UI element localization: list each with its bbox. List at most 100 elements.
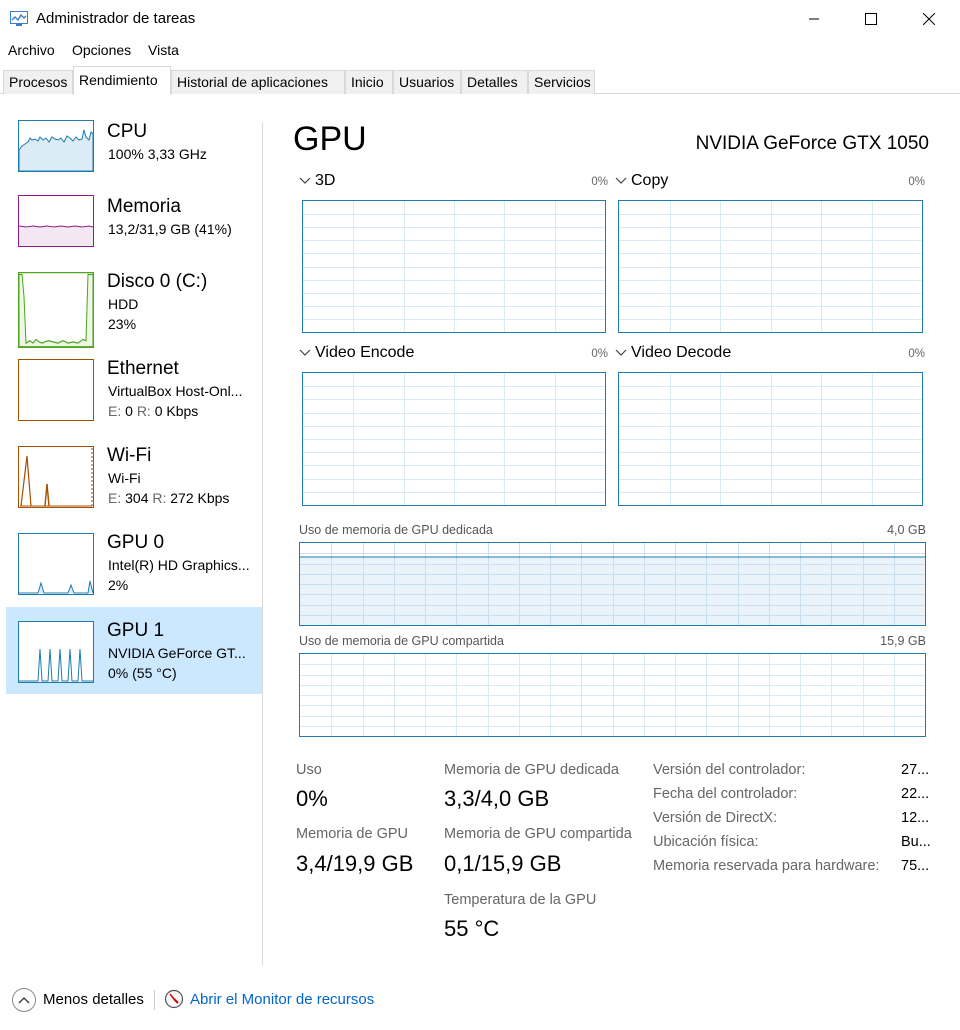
sidebar-item-line1: Wi-Fi [108,470,141,486]
tab-detalles[interactable]: Detalles [461,70,528,94]
sidebar-item-title: Ethernet [107,358,179,379]
receive-value: 272 Kbps [170,490,230,506]
usage-value: 0% [296,786,328,811]
engine-percent: 0% [908,176,925,188]
gpu-memory-value: 3,4/19,9 GB [296,851,414,876]
hardware-reserved-memory-label: Memoria reservada para hardware: [653,858,880,874]
sidebar-item-gpu0[interactable]: GPU 0 Intel(R) HD Graphics... 2% [6,519,262,606]
engine-selector-video-encode[interactable]: Video Encode [299,344,414,362]
chevron-down-icon [615,349,627,356]
less-details-label[interactable]: Menos detalles [43,991,144,1008]
sidebar-item-line1: 100% 3,33 GHz [108,146,207,162]
sidebar-item-line2: 0% (55 °C) [108,665,177,681]
dedicated-memory-stat-value: 3,3/4,0 GB [444,786,550,811]
engine-label: Copy [631,172,669,189]
driver-date-label: Fecha del controlador: [653,786,798,802]
engine-selector-copy[interactable]: Copy [615,172,668,190]
tab-procesos[interactable]: Procesos [3,70,73,94]
engine-label: Video Encode [315,344,415,361]
minimize-icon [809,18,819,20]
task-manager-icon [10,11,28,26]
gpu-model-name: NVIDIA GeForce GTX 1050 [695,133,929,154]
graph-copy [618,200,923,333]
menu-bar: Archivo Opciones Vista [0,38,960,64]
directx-version-value: 12... [901,810,930,826]
sidebar-item-line1: Intel(R) HD Graphics... [108,557,250,573]
sidebar-item-line2: E: 0 R: 0 Kbps [108,403,256,419]
tab-servicios[interactable]: Servicios [528,70,595,94]
chevron-down-icon [615,177,627,184]
menu-archivo[interactable]: Archivo [8,42,55,58]
driver-date-value: 22... [901,786,930,802]
wifi-thumbnail-graph [18,446,94,508]
directx-version-label: Versión de DirectX: [653,810,778,826]
engine-selector-video-decode[interactable]: Video Decode [615,344,731,362]
engine-percent: 0% [591,176,608,188]
chevron-up-icon [18,997,30,1004]
send-value: 304 [125,490,149,506]
engine-percent: 0% [908,348,925,360]
page-title: GPU [293,120,367,158]
maximize-icon [865,13,877,25]
engine-selector-3d[interactable]: 3D [299,172,335,190]
footer: Menos detalles Abrir el Monitor de recur… [0,980,960,1020]
chevron-down-icon [299,177,311,184]
maximize-button[interactable] [842,0,900,38]
engine-percent: 0% [591,348,608,360]
gpu-temperature-value: 55 °C [444,916,500,941]
sidebar-item-title: GPU 0 [107,532,165,553]
shared-memory-label: Uso de memoria de GPU compartida [299,634,504,648]
less-details-button[interactable] [12,988,36,1012]
close-button[interactable] [900,0,958,38]
sidebar-item-line1: NVIDIA GeForce GT... [108,645,246,661]
sidebar-item-title: CPU [107,121,148,142]
dedicated-memory-stat-label: Memoria de GPU dedicada [444,762,619,778]
sidebar-item-disco[interactable]: Disco 0 (C:) HDD 23% [6,258,262,348]
close-icon [923,13,935,25]
minimize-button[interactable] [785,0,843,38]
send-value: 0 [125,403,133,419]
cpu-thumbnail-graph [18,120,94,172]
resource-monitor-icon [164,989,184,1009]
resource-sidebar: CPU 100% 3,33 GHz Memoria 13,2/31,9 GB (… [0,95,263,965]
menu-opciones[interactable]: Opciones [72,42,131,58]
shared-memory-stat-label: Memoria de GPU compartida [444,826,632,842]
physical-location-label: Ubicación física: [653,834,759,850]
tab-rendimiento[interactable]: Rendimiento [73,66,171,95]
gpu1-thumbnail-graph [18,621,94,683]
sidebar-item-gpu1[interactable]: GPU 1 NVIDIA GeForce GT... 0% (55 °C) [6,607,262,694]
sidebar-item-line1: HDD [108,296,139,312]
driver-version-label: Versión del controlador: [653,762,806,778]
sidebar-item-line1: VirtualBox Host-Onl... [108,383,243,399]
menu-vista[interactable]: Vista [148,42,179,58]
tab-inicio[interactable]: Inicio [345,70,393,94]
chevron-down-icon [299,349,311,356]
tab-usuarios[interactable]: Usuarios [393,70,461,94]
sidebar-item-line2: 23% [108,316,137,332]
shared-memory-max: 15,9 GB [880,634,926,648]
disk-thumbnail-graph [18,272,94,348]
graph-video-decode [618,372,923,506]
sidebar-item-memoria[interactable]: Memoria 13,2/31,9 GB (41%) [6,183,262,270]
sidebar-item-wifi[interactable]: Wi-Fi Wi-Fi E: 304 R: 272 Kbps [6,432,262,519]
ethernet-thumbnail-graph [18,359,94,421]
gpu-memory-label: Memoria de GPU [296,826,409,842]
sidebar-item-line2: 2% [108,577,129,593]
receive-value: 0 Kbps [154,403,199,419]
sidebar-item-ethernet[interactable]: Ethernet VirtualBox Host-Onl... E: 0 R: … [6,345,262,432]
graph-3d [302,200,606,333]
tab-bar: Procesos Rendimiento Historial de aplica… [0,66,960,95]
sidebar-item-title: Disco 0 (C:) [107,271,208,292]
open-resource-monitor-link[interactable]: Abrir el Monitor de recursos [190,991,374,1008]
graph-shared-memory [299,653,926,737]
sidebar-item-cpu[interactable]: CPU 100% 3,33 GHz [6,108,262,195]
sidebar-item-title: Wi-Fi [107,445,152,466]
window-title: Administrador de tareas [36,10,196,27]
graph-video-encode [302,372,606,506]
driver-version-value: 27... [901,762,930,778]
receive-prefix: R: [136,403,151,419]
tab-historial[interactable]: Historial de aplicaciones [171,70,345,94]
sidebar-item-title: GPU 1 [107,620,165,641]
send-prefix: E: [108,490,122,506]
engine-label: Video Decode [631,344,732,361]
